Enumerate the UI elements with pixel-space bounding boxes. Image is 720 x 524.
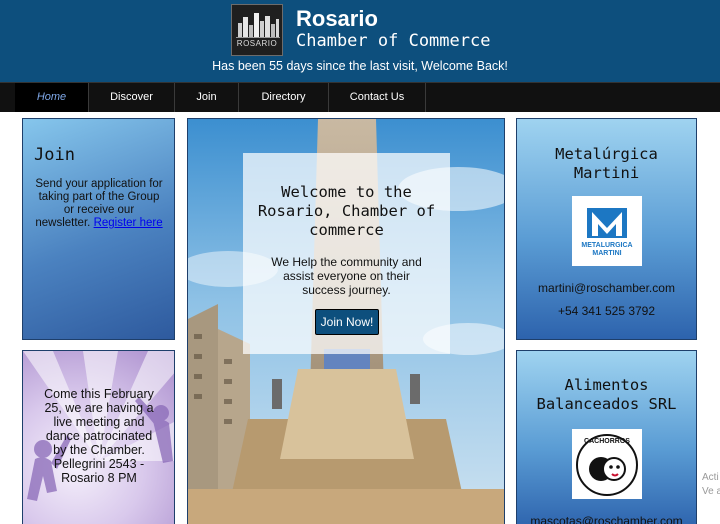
site-header: ROSARIO Rosario Chamber of Commerce Has …: [0, 0, 720, 82]
logo-text: ROSARIO: [236, 39, 278, 48]
business-email: martini@roschamber.com: [538, 281, 675, 295]
business-name: Alimentos Balanceados SRL: [536, 376, 677, 413]
nav-item-discover[interactable]: Discover: [89, 83, 175, 112]
business-card-metalurgica: Metalúrgica Martini METALURGICA MARTINI …: [516, 118, 697, 340]
activate-line-2: Ve a: [702, 486, 720, 497]
business-name: Metalúrgica Martini: [555, 145, 658, 182]
metalurgica-logo-text: METALURGICA MARTINI: [581, 242, 633, 257]
join-now-button[interactable]: Join Now!: [315, 309, 379, 335]
nav-item-join[interactable]: Join: [175, 83, 239, 112]
site-title: Rosario: [296, 6, 378, 31]
nav-item-directory[interactable]: Directory: [239, 83, 329, 112]
skyline-icon: [236, 13, 280, 38]
join-card-title: Join: [34, 145, 75, 165]
nav-item-home[interactable]: Home: [15, 83, 89, 112]
hero-section: Welcome to the Rosario, Chamber of comme…: [187, 118, 505, 524]
business-logo: METALURGICA MARTINI: [572, 196, 642, 266]
hero-text: We Help the community and assist everyon…: [271, 255, 422, 297]
register-link[interactable]: Register here: [94, 217, 163, 229]
join-card-text: Send your application for taking part of…: [35, 178, 163, 230]
business-card-alimentos: Alimentos Balanceados SRL CACHORROS masc…: [516, 350, 697, 524]
business-phone: +54 341 525 3792: [557, 304, 656, 318]
site-subtitle: Chamber of Commerce: [296, 31, 491, 51]
hero-welcome-box: Welcome to the Rosario, Chamber of comme…: [243, 153, 450, 354]
join-card: Join Send your application for taking pa…: [22, 118, 175, 340]
cachorros-logo-text: CACHORROS: [584, 438, 630, 445]
business-email: mascotas@roschamber.com: [530, 514, 683, 524]
event-text: Come this February 25, we are having a l…: [44, 387, 154, 485]
activate-windows-watermark: Acti Ve a: [702, 471, 720, 499]
event-card: Come this February 25, we are having a l…: [22, 350, 175, 524]
hero-heading: Welcome to the Rosario, Chamber of comme…: [257, 183, 436, 239]
activate-line-1: Acti: [702, 472, 719, 483]
business-logo: CACHORROS: [572, 429, 642, 499]
main-nav: Home Discover Join Directory Contact Us: [0, 82, 720, 112]
visit-message: Has been 55 days since the last visit, W…: [212, 59, 508, 73]
nav-item-contact-us[interactable]: Contact Us: [329, 83, 426, 112]
site-logo[interactable]: ROSARIO: [231, 4, 283, 56]
